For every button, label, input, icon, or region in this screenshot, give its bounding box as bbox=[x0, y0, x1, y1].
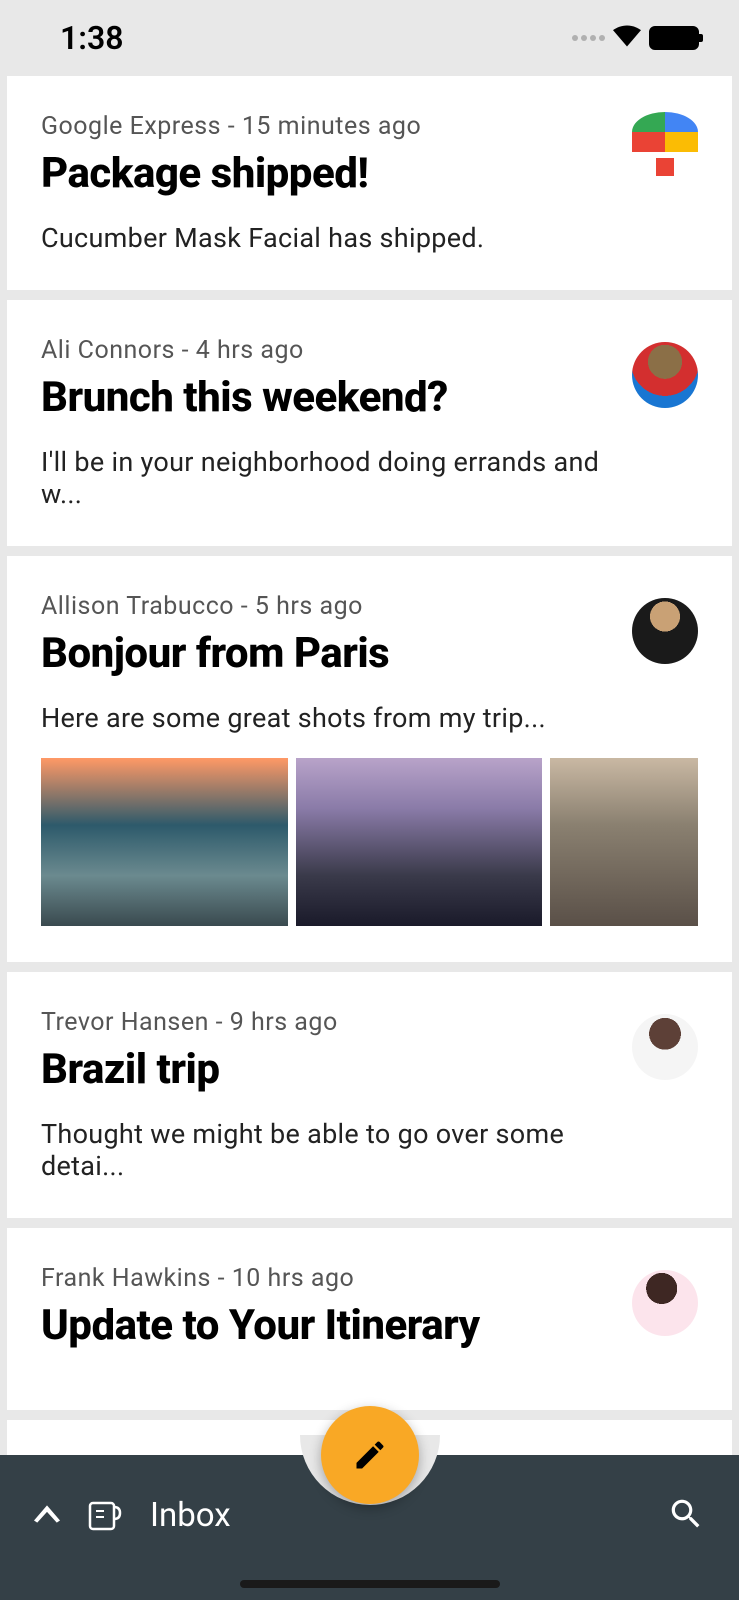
battery-icon bbox=[649, 26, 699, 50]
sender-avatar[interactable] bbox=[632, 342, 698, 408]
attachment-thumbnail[interactable] bbox=[41, 758, 288, 926]
sender-avatar[interactable] bbox=[632, 1270, 698, 1336]
search-button[interactable] bbox=[667, 1495, 705, 1537]
email-card[interactable]: Ali Connors - 4 hrs ago Brunch this weeke… bbox=[7, 300, 732, 546]
sender-avatar[interactable] bbox=[632, 598, 698, 664]
wifi-icon bbox=[613, 25, 641, 51]
email-meta: Frank Hawkins - 10 hrs ago bbox=[41, 1264, 618, 1293]
email-subject: Bonjour from Paris bbox=[41, 629, 618, 678]
status-icons bbox=[572, 25, 699, 51]
email-card[interactable]: Frank Hawkins - 10 hrs ago Update to Your… bbox=[7, 1228, 732, 1410]
status-bar: 1:38 bbox=[0, 0, 739, 76]
email-card[interactable]: Trevor Hansen - 9 hrs ago Brazil trip Thou… bbox=[7, 972, 732, 1218]
pencil-icon bbox=[352, 1437, 388, 1473]
email-card[interactable]: Google Express - 15 minutes ago Package s… bbox=[7, 76, 732, 290]
email-meta: Ali Connors - 4 hrs ago bbox=[41, 336, 618, 365]
folder-label[interactable]: Inbox bbox=[150, 1496, 231, 1535]
sender-avatar[interactable] bbox=[632, 1014, 698, 1080]
chevron-up-icon bbox=[34, 1505, 60, 1523]
email-subject: Package shipped! bbox=[41, 149, 618, 198]
cellular-signal-icon bbox=[572, 35, 605, 41]
email-attachments bbox=[41, 758, 698, 926]
compose-button[interactable] bbox=[321, 1406, 419, 1504]
email-subject: Update to Your Itinerary bbox=[41, 1301, 618, 1350]
status-time: 1:38 bbox=[60, 19, 124, 57]
email-preview: Here are some great shots from my trip..… bbox=[41, 702, 618, 734]
email-meta: Trevor Hansen - 9 hrs ago bbox=[41, 1008, 618, 1037]
email-preview: I'll be in your neighborhood doing erran… bbox=[41, 446, 618, 510]
email-meta: Allison Trabucco - 5 hrs ago bbox=[41, 592, 618, 621]
email-subject: Brazil trip bbox=[41, 1045, 618, 1094]
expand-menu-button[interactable] bbox=[34, 1505, 60, 1527]
email-preview: Thought we might be able to go over some… bbox=[41, 1118, 618, 1182]
app-logo-icon[interactable] bbox=[86, 1497, 124, 1535]
email-feed[interactable]: Google Express - 15 minutes ago Package s… bbox=[0, 76, 739, 1476]
search-icon bbox=[667, 1495, 705, 1533]
attachment-thumbnail[interactable] bbox=[550, 758, 698, 926]
email-meta: Google Express - 15 minutes ago bbox=[41, 112, 618, 141]
home-indicator[interactable] bbox=[240, 1580, 500, 1588]
attachment-thumbnail[interactable] bbox=[296, 758, 543, 926]
sender-avatar[interactable] bbox=[632, 112, 698, 152]
email-preview: Cucumber Mask Facial has shipped. bbox=[41, 222, 618, 254]
email-card[interactable]: Allison Trabucco - 5 hrs ago Bonjour from… bbox=[7, 556, 732, 962]
email-subject: Brunch this weekend? bbox=[41, 373, 618, 422]
